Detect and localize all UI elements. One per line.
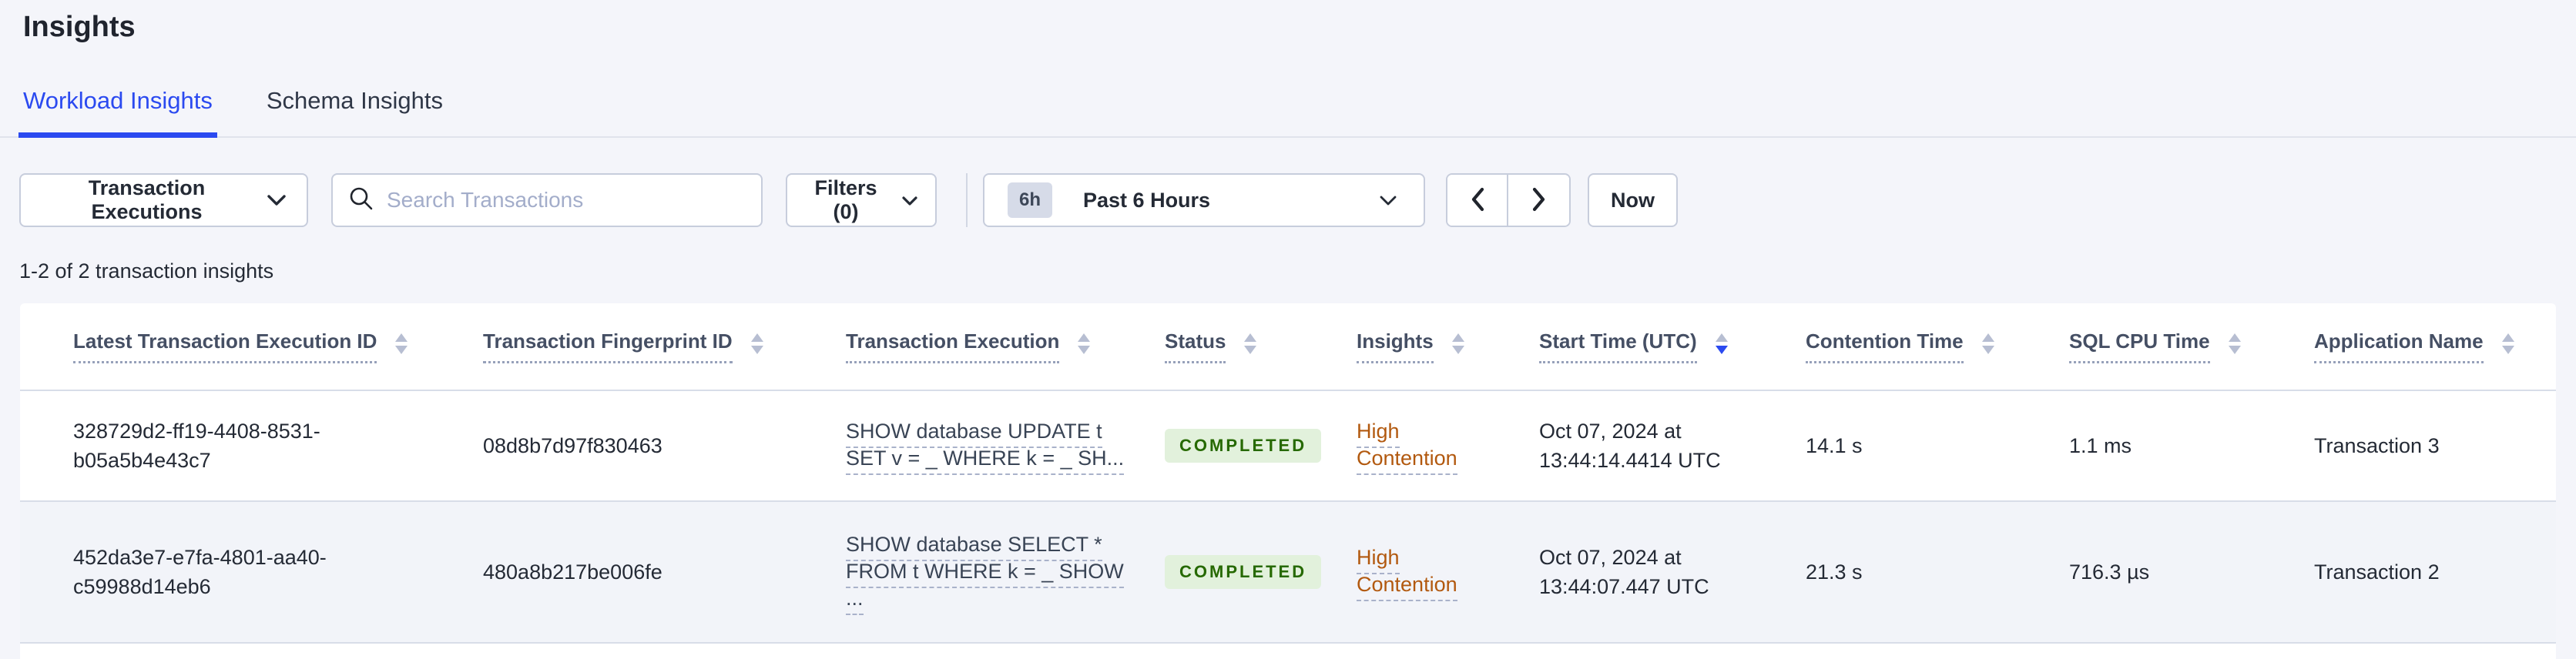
now-button[interactable]: Now bbox=[1588, 173, 1678, 227]
contention-time-cell: 14.1 s bbox=[1806, 434, 1863, 457]
column-header-status[interactable]: Status bbox=[1165, 330, 1357, 363]
sort-icon[interactable] bbox=[395, 333, 408, 354]
chevron-right-icon bbox=[1531, 186, 1548, 215]
tab-workload-insights[interactable]: Workload Insights bbox=[18, 89, 217, 138]
toolbar-divider bbox=[966, 173, 968, 227]
column-header-transaction-execution[interactable]: Transaction Execution bbox=[846, 330, 1165, 363]
column-header-transaction-fingerprint-id[interactable]: Transaction Fingerprint ID bbox=[483, 330, 846, 363]
chevron-down-icon bbox=[267, 189, 287, 212]
application-name-cell: Transaction 3 bbox=[2314, 434, 2440, 457]
sort-icon[interactable] bbox=[750, 333, 763, 354]
application-name-cell: Transaction 2 bbox=[2314, 560, 2440, 584]
sort-icon[interactable] bbox=[1078, 333, 1091, 354]
insight-link[interactable]: High Contention bbox=[1357, 420, 1539, 475]
tab-bar: Workload Insights Schema Insights bbox=[0, 89, 2576, 138]
execution-type-value: Transaction Executions bbox=[88, 176, 206, 223]
tab-schema-insights[interactable]: Schema Insights bbox=[262, 89, 448, 136]
sort-icon[interactable] bbox=[2501, 333, 2514, 354]
sort-icon-active[interactable] bbox=[1715, 333, 1728, 354]
start-time-cell: Oct 07, 2024 at 13:44:14.4414 UTC bbox=[1539, 420, 1721, 472]
column-header-application-name[interactable]: Application Name bbox=[2314, 330, 2556, 363]
table-header-row: Latest Transaction Execution ID Transact… bbox=[20, 303, 2556, 391]
sql-cpu-time-cell: 716.3 µs bbox=[2069, 560, 2150, 584]
time-range-badge: 6h bbox=[1008, 182, 1053, 218]
search-input[interactable] bbox=[387, 188, 746, 212]
sort-icon[interactable] bbox=[1244, 333, 1257, 354]
insights-table-card: Latest Transaction Execution ID Transact… bbox=[20, 303, 2556, 659]
start-time-cell: Oct 07, 2024 at 13:44:07.447 UTC bbox=[1539, 546, 1709, 598]
execution-type-dropdown[interactable]: Transaction Executions bbox=[19, 173, 308, 227]
column-header-start-time[interactable]: Start Time (UTC) bbox=[1539, 330, 1806, 363]
filters-dropdown[interactable]: Filters (0) bbox=[786, 173, 937, 227]
status-badge: COMPLETED bbox=[1165, 555, 1322, 589]
execution-id-cell: 328729d2-ff19-4408-8531-b05a5b4e43c7 bbox=[73, 420, 320, 472]
search-box bbox=[331, 173, 763, 227]
column-header-latest-transaction-execution-id[interactable]: Latest Transaction Execution ID bbox=[73, 330, 483, 363]
chevron-left-icon bbox=[1469, 186, 1486, 215]
time-prev-button[interactable] bbox=[1447, 175, 1508, 226]
chevron-down-icon bbox=[1379, 189, 1397, 212]
execution-id-cell: 452da3e7-e7fa-4801-aa40-c59988d14eb6 bbox=[73, 546, 327, 598]
sql-cpu-time-cell: 1.1 ms bbox=[2069, 434, 2132, 457]
time-next-button[interactable] bbox=[1508, 175, 1569, 226]
filters-label: Filters (0) bbox=[814, 176, 877, 223]
column-header-insights[interactable]: Insights bbox=[1357, 330, 1539, 363]
chevron-down-icon bbox=[901, 189, 918, 212]
sort-icon[interactable] bbox=[2228, 333, 2241, 354]
time-nav bbox=[1446, 173, 1571, 227]
status-badge: COMPLETED bbox=[1165, 429, 1322, 463]
page-title: Insights bbox=[23, 11, 136, 43]
time-range-label: Past 6 Hours bbox=[1083, 188, 1211, 212]
search-icon bbox=[348, 186, 374, 216]
fingerprint-id-cell: 480a8b217be006fe bbox=[483, 560, 662, 584]
toolbar: Transaction Executions Filters (0) 6h Pa… bbox=[19, 173, 2576, 227]
time-range-picker[interactable]: 6h Past 6 Hours bbox=[983, 173, 1425, 227]
column-header-contention-time[interactable]: Contention Time bbox=[1806, 330, 2069, 363]
insight-link[interactable]: High Contention bbox=[1357, 546, 1539, 601]
sort-icon[interactable] bbox=[1451, 333, 1464, 354]
sort-icon[interactable] bbox=[1981, 333, 1994, 354]
insights-page: Insights Workload Insights Schema Insigh… bbox=[0, 0, 2576, 659]
status-cell: COMPLETED bbox=[1165, 555, 1357, 589]
column-header-sql-cpu-time[interactable]: SQL CPU Time bbox=[2069, 330, 2314, 363]
contention-time-cell: 21.3 s bbox=[1806, 560, 1863, 584]
transaction-execution-link[interactable]: SHOW database SELECT * FROM t WHERE k = … bbox=[846, 532, 1165, 615]
status-cell: COMPLETED bbox=[1165, 429, 1357, 463]
table-row: 452da3e7-e7fa-4801-aa40-c59988d14eb6 480… bbox=[20, 502, 2556, 644]
fingerprint-id-cell: 08d8b7d97f830463 bbox=[483, 434, 662, 457]
transaction-execution-link[interactable]: SHOW database UPDATE t SET v = _ WHERE k… bbox=[846, 420, 1165, 475]
results-count: 1-2 of 2 transaction insights bbox=[19, 259, 274, 283]
table-row: 328729d2-ff19-4408-8531-b05a5b4e43c7 08d… bbox=[20, 391, 2556, 502]
